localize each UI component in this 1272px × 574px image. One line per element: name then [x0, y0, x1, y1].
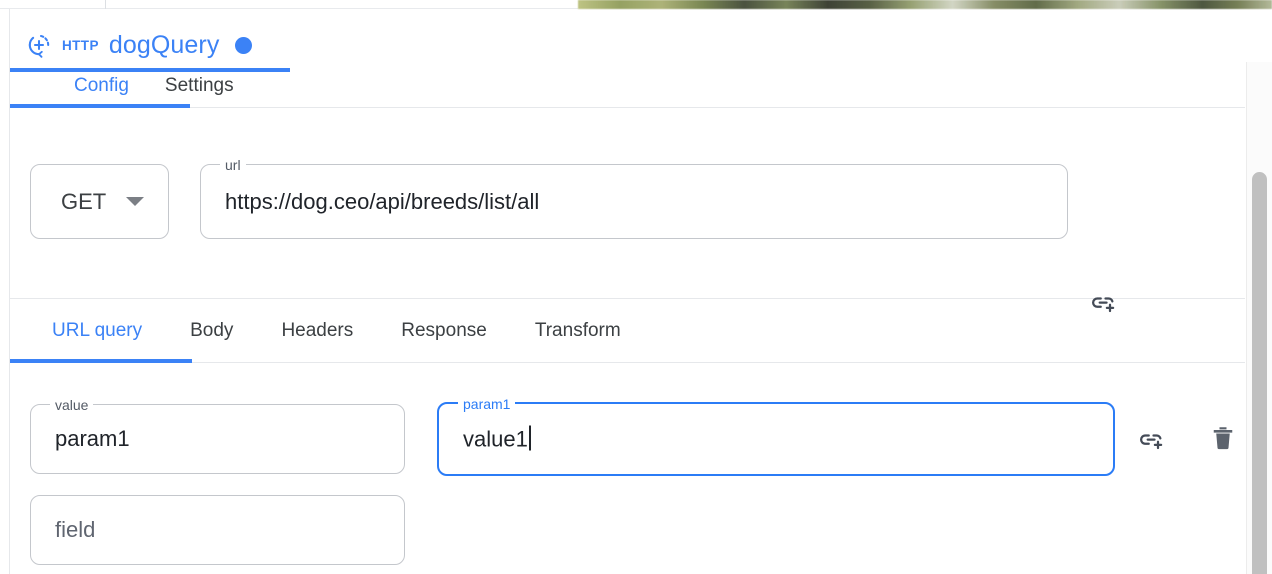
top-divider [105, 0, 106, 9]
node-kind-label: HTTP [62, 37, 99, 53]
url-input-label: url [220, 155, 246, 175]
background-photo-sliver [578, 0, 1272, 9]
tab-settings[interactable]: Settings [147, 75, 252, 107]
url-input[interactable]: url https://dog.ceo/api/breeds/list/all [200, 155, 1068, 239]
text-cursor [528, 425, 531, 451]
http-method-select[interactable]: GET [30, 164, 169, 239]
param-key-value: param1 [55, 426, 130, 451]
tab-body[interactable]: Body [166, 320, 257, 342]
panel-top-edge [0, 0, 578, 9]
primary-tab-active-indicator [10, 104, 190, 108]
status-badge [235, 36, 253, 54]
param-value-value: value1 [463, 425, 531, 453]
node-title: dogQuery [108, 30, 220, 59]
sub-tab-active-indicator [10, 359, 192, 363]
param-value-input[interactable]: param1 value1 [437, 394, 1115, 476]
node-header-underline [10, 68, 290, 72]
param-key-input[interactable]: value param1 [30, 395, 405, 474]
vertical-scrollbar-track[interactable] [1246, 62, 1272, 574]
tab-headers[interactable]: Headers [257, 320, 377, 342]
request-sub-tabs: URL query Body Headers Response Transfor… [10, 300, 1245, 363]
param-key-label: value [50, 395, 94, 415]
param-add-link-button[interactable] [1130, 418, 1172, 460]
param-new-row-input[interactable]: field [30, 495, 405, 565]
param-new-row-placeholder: field [55, 517, 96, 542]
url-input-value: https://dog.ceo/api/breeds/list/all [225, 188, 540, 214]
sync-sparkle-icon [26, 32, 52, 58]
param-delete-button[interactable] [1202, 417, 1244, 459]
param-value-text: value1 [463, 426, 528, 452]
chevron-down-icon [126, 197, 145, 206]
vertical-scrollbar-thumb[interactable] [1252, 172, 1267, 574]
param-value-label: param1 [458, 394, 516, 414]
tab-url-query[interactable]: URL query [28, 320, 166, 342]
tab-response[interactable]: Response [377, 320, 511, 342]
tab-transform[interactable]: Transform [511, 320, 645, 342]
http-method-value: GET [61, 188, 107, 214]
http-node-panel: HTTP dogQuery Config Settings GET url ht… [0, 0, 1272, 574]
tab-config[interactable]: Config [56, 75, 147, 107]
request-line-row: GET url https://dog.ceo/api/breeds/list/… [10, 109, 1245, 313]
url-query-params: value param1 param1 value1 field [10, 364, 1245, 574]
